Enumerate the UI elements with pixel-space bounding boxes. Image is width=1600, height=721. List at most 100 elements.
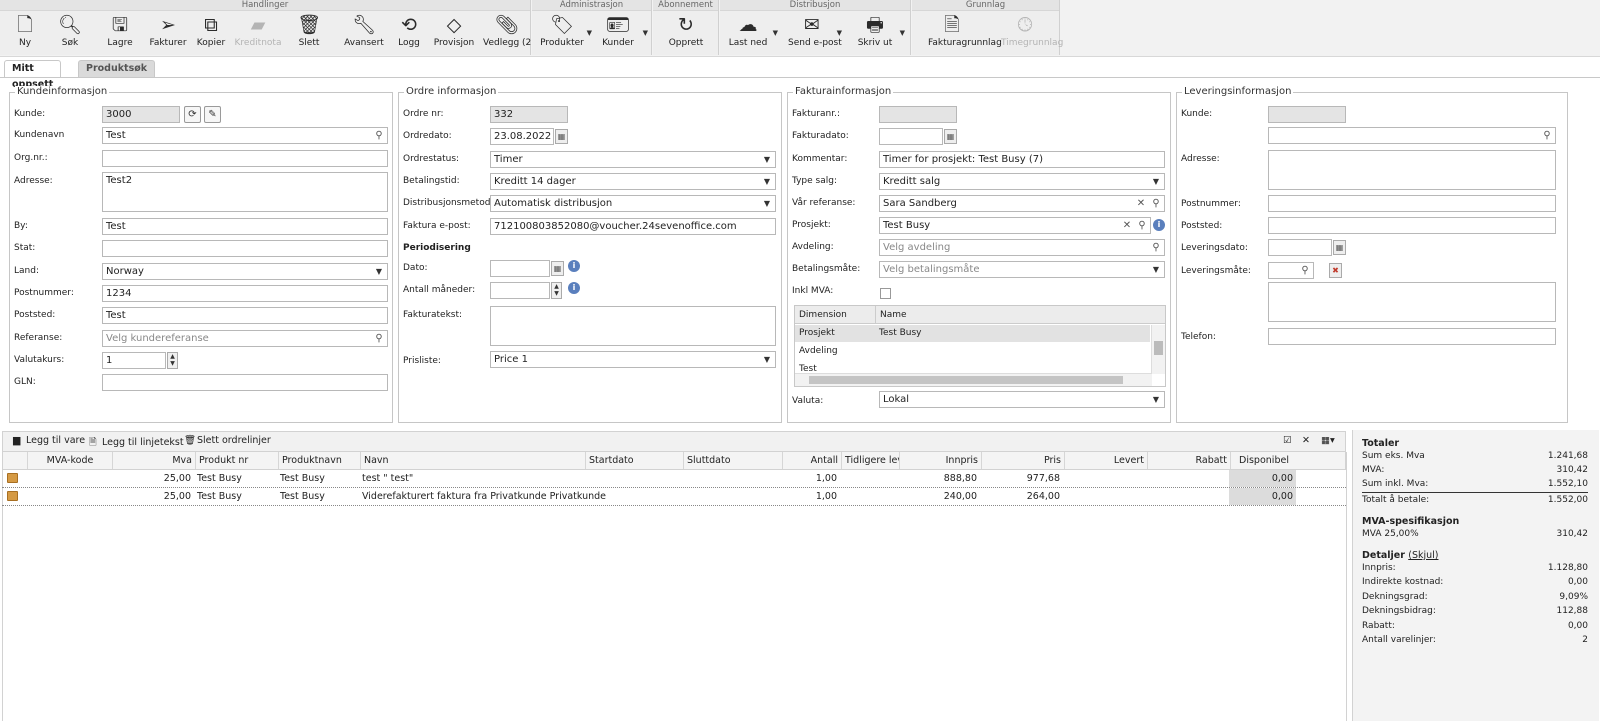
clear-icon[interactable]: ✕ — [1120, 218, 1134, 233]
delivery-postcode-field[interactable] — [1268, 195, 1556, 212]
info-icon[interactable]: i — [568, 260, 580, 272]
select-all-icon[interactable]: ☑ — [1283, 435, 1292, 446]
info-icon[interactable]: i — [568, 282, 580, 294]
col-available[interactable]: Disponibel — [1230, 452, 1297, 469]
col-delivered[interactable]: Levert — [1064, 452, 1147, 469]
scroll-thumb[interactable] — [809, 376, 1123, 384]
col-product-nr[interactable]: Produkt nr — [195, 452, 278, 469]
order-status-select[interactable]: Timer ▼ — [490, 151, 776, 168]
incl-vat-checkbox[interactable] — [880, 288, 891, 299]
table-row[interactable]: 25,00 Test Busy Test Busy test " test" 1… — [2, 470, 1346, 488]
horizontal-scrollbar[interactable] — [795, 373, 1152, 386]
info-icon[interactable]: i — [1153, 219, 1165, 231]
search-icon[interactable]: ⚲ — [372, 331, 386, 346]
dimension-row[interactable]: Avdeling — [795, 343, 1150, 360]
col-price[interactable]: Pris — [981, 452, 1064, 469]
products-button[interactable]: 🏷︎ Produkter ▼ — [538, 13, 592, 53]
gln-field[interactable] — [102, 374, 388, 391]
exchange-rate-field[interactable]: 1 — [102, 352, 166, 369]
hide-details-link[interactable]: (Skjul) — [1408, 550, 1438, 561]
address-field[interactable]: Test2 — [102, 172, 388, 212]
months-field[interactable] — [490, 282, 550, 299]
project-field[interactable]: Test Busy ✕ ⚲ — [879, 217, 1151, 234]
col-end-date[interactable]: Sluttdato — [683, 452, 782, 469]
col-previously-delivered[interactable]: Tidligere leve — [841, 452, 899, 469]
col-cost-price[interactable]: Innpris — [899, 452, 981, 469]
col-discount[interactable]: Rabatt — [1147, 452, 1230, 469]
delete-icon[interactable]: ✖ — [1329, 263, 1342, 278]
delivery-method-field[interactable]: ⚲ — [1268, 262, 1314, 279]
delivery-notes-field[interactable] — [1268, 282, 1556, 322]
download-button[interactable]: ☁ Last ned ▼ — [724, 13, 778, 53]
log-button[interactable]: ⟲ Logg — [385, 13, 433, 53]
search-icon[interactable]: ⚲ — [372, 128, 386, 143]
delivery-post-place-field[interactable] — [1268, 217, 1556, 234]
postcode-field[interactable]: 1234 — [102, 285, 388, 302]
sale-type-select[interactable]: Kreditt salg ▼ — [879, 173, 1165, 190]
col-vat-code[interactable]: MVA-kode — [27, 452, 112, 469]
delivery-date-field[interactable] — [1268, 239, 1332, 256]
order-date-field[interactable]: 23.08.2022 — [490, 128, 554, 145]
our-reference-field[interactable]: Sara Sandberg ✕ ⚲ — [879, 195, 1165, 212]
commission-button[interactable]: ◇ Provisjon — [430, 13, 478, 53]
table-row[interactable]: 25,00 Test Busy Test Busy Viderefakturer… — [2, 488, 1346, 506]
search-button[interactable]: 🔍︎ Søk — [46, 13, 94, 53]
invoice-email-field[interactable]: 712100803852080@voucher.24sevenoffice.co… — [490, 218, 776, 235]
invoice-basis-button[interactable]: 🗎 Fakturagrunnlag — [928, 13, 1002, 53]
customers-button[interactable]: 🪪︎ Kunder ▼ — [594, 13, 648, 53]
invoice-text-field[interactable] — [490, 306, 776, 346]
org-nr-field[interactable] — [102, 150, 388, 167]
tab-mitt-oppsett[interactable]: Mitt oppsett — [4, 60, 62, 90]
price-list-select[interactable]: Price 1 ▼ — [490, 351, 776, 368]
city-field[interactable]: Test — [102, 218, 388, 235]
payment-terms-select[interactable]: Kreditt 14 dager ▼ — [490, 173, 776, 190]
time-basis-button[interactable]: 🕓︎ Timegrunnlag — [1001, 13, 1063, 53]
distribution-method-select[interactable]: Automatisk distribusjon ▼ — [490, 195, 776, 212]
delivery-address-field[interactable] — [1268, 150, 1556, 190]
search-icon[interactable]: ⚲ — [1149, 240, 1163, 255]
clear-icon[interactable]: ✕ — [1134, 196, 1148, 211]
dimension-row[interactable]: Test — [795, 361, 1150, 373]
print-button[interactable]: 🖶 Skriv ut ▼ — [851, 13, 905, 53]
search-icon[interactable]: ⚲ — [1149, 196, 1163, 211]
customer-number-field[interactable]: 3000 — [102, 106, 180, 123]
invoice-date-field[interactable] — [879, 128, 943, 145]
order-nr-field[interactable]: 332 — [490, 106, 568, 123]
delivery-customer-field[interactable] — [1268, 106, 1346, 123]
columns-menu-icon[interactable]: ▦▾ — [1321, 435, 1335, 446]
state-field[interactable] — [102, 240, 388, 257]
customer-name-field[interactable]: Test ⚲ — [102, 127, 388, 144]
add-line-text-button[interactable]: 🗎 Legg til linjetekst — [89, 435, 184, 451]
attachments-button[interactable]: 📎︎ Vedlegg (2) — [483, 13, 535, 53]
comment-field[interactable]: Timer for prosjekt: Test Busy (7) — [879, 151, 1165, 168]
delivery-customer-search[interactable]: ⚲ — [1268, 127, 1556, 144]
department-field[interactable]: Velg avdeling ⚲ — [879, 239, 1165, 256]
close-icon[interactable]: ✕ — [1302, 435, 1310, 446]
dimension-row[interactable]: Prosjekt Test Busy — [795, 325, 1150, 342]
calendar-icon[interactable]: ▦ — [1333, 240, 1346, 255]
calendar-icon[interactable]: ▦ — [555, 129, 568, 144]
accrual-date-field[interactable] — [490, 260, 550, 277]
create-subscription-button[interactable]: ↻ Opprett — [662, 13, 710, 53]
copy-button[interactable]: ⧉ Kopier — [187, 13, 235, 53]
search-icon[interactable]: ⚲ — [1135, 218, 1149, 233]
add-item-button[interactable]: ▆ Legg til vare — [13, 435, 85, 446]
payment-method-select[interactable]: Velg betalingsmåte ▼ — [879, 261, 1165, 278]
invoice-button[interactable]: ➢ Fakturer — [144, 13, 192, 53]
vertical-scrollbar[interactable] — [1151, 325, 1165, 374]
exchange-rate-stepper[interactable]: ▲ ▼ — [167, 352, 178, 369]
edit-customer-button[interactable]: ✎ — [204, 106, 221, 123]
reference-field[interactable]: Velg kundereferanse ⚲ — [102, 330, 388, 347]
search-icon[interactable]: ⚲ — [1298, 263, 1312, 278]
col-product-name[interactable]: Produktnavn — [278, 452, 360, 469]
post-place-field[interactable]: Test — [102, 307, 388, 324]
currency-select[interactable]: Lokal ▼ — [879, 391, 1165, 408]
credit-note-button[interactable]: ▰ Kreditnota — [234, 13, 282, 53]
advanced-button[interactable]: 🔧︎ Avansert — [340, 13, 388, 53]
delete-button[interactable]: 🗑 Slett — [285, 13, 333, 53]
country-select[interactable]: Norway ▼ — [102, 263, 388, 280]
col-quantity[interactable]: Antall — [782, 452, 841, 469]
search-icon[interactable]: ⚲ — [1540, 128, 1554, 143]
calendar-icon[interactable]: ▦ — [944, 129, 957, 144]
col-start-date[interactable]: Startdato — [585, 452, 683, 469]
